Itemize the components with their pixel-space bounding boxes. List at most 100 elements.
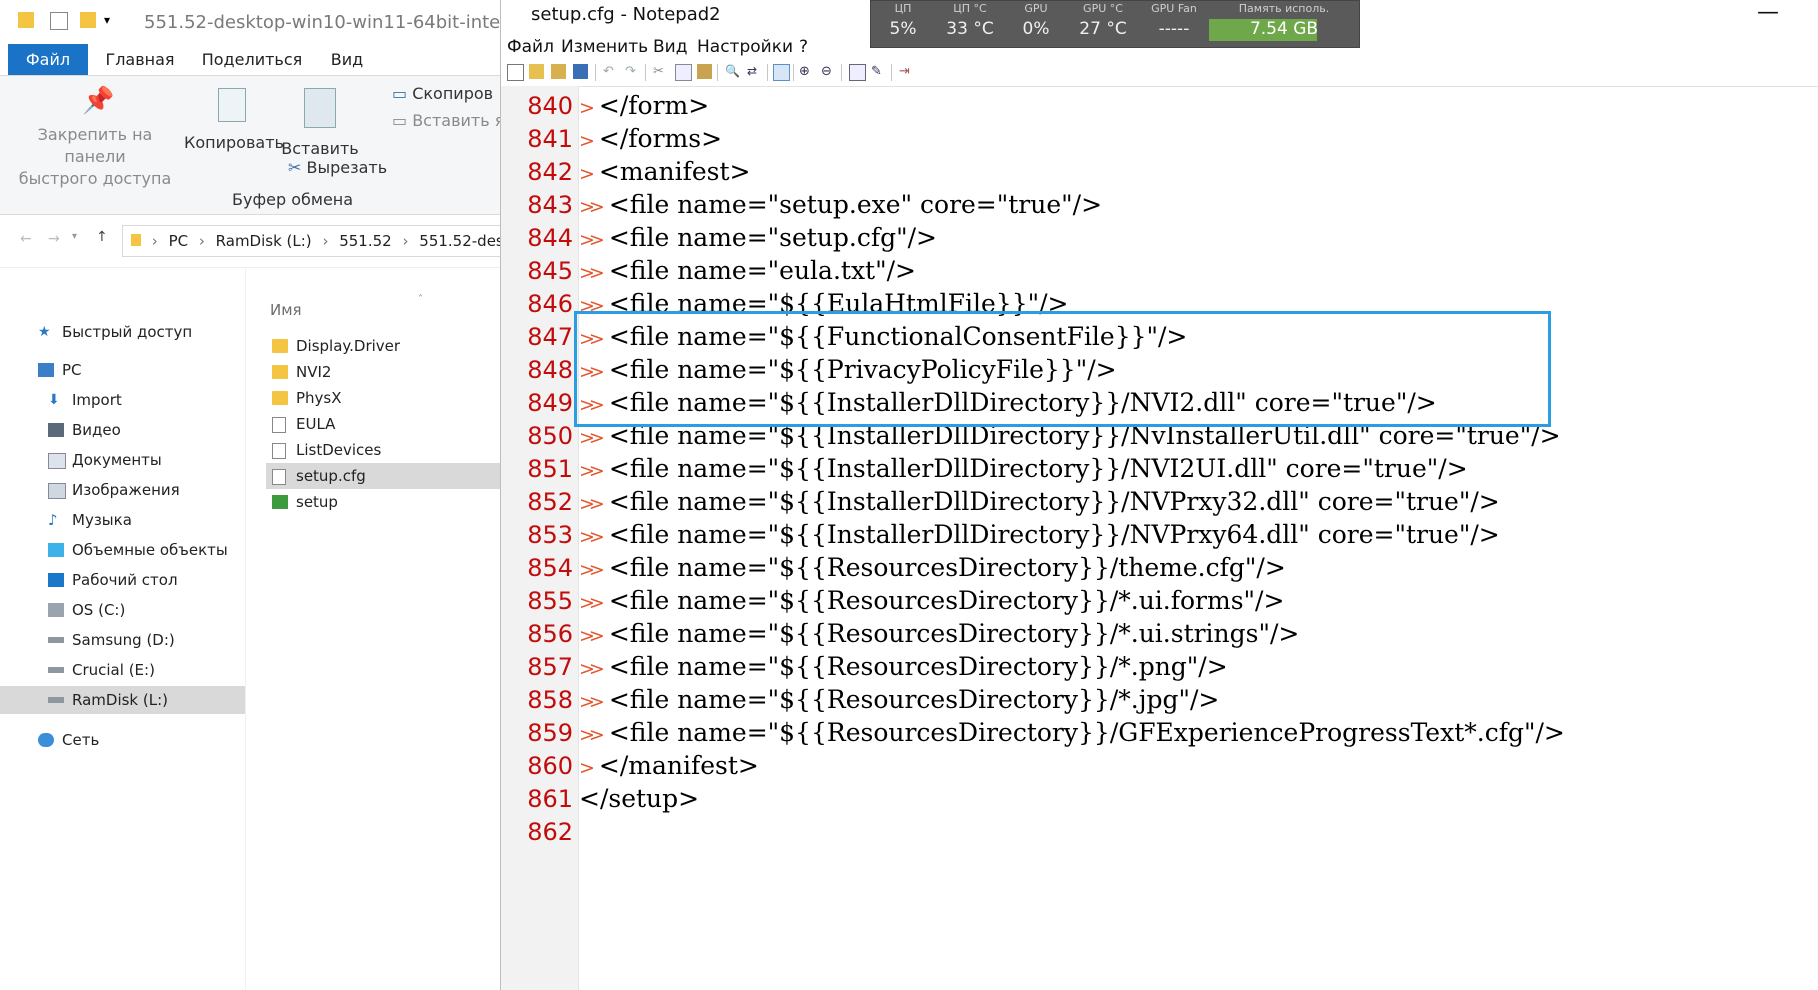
menu-view[interactable]: Вид: [653, 37, 687, 57]
file-row[interactable]: Display.Driver: [266, 333, 500, 359]
copy-button[interactable]: Копировать: [184, 88, 284, 154]
nav-pc[interactable]: PC: [0, 356, 245, 384]
nav-music[interactable]: ♪ Музыка: [0, 506, 245, 534]
word-wrap-icon[interactable]: [773, 64, 790, 81]
file-row[interactable]: EULA: [266, 411, 500, 437]
monitor-value: 7.54 GB: [1249, 19, 1319, 39]
file-row[interactable]: NVI2: [266, 359, 500, 385]
menu-settings[interactable]: Настройки: [697, 37, 793, 57]
code-text: <file name="eula.txt"/>: [608, 256, 916, 285]
nav-drive-l[interactable]: RamDisk (L:): [0, 686, 245, 714]
customize-scheme-icon[interactable]: ✎: [871, 64, 886, 79]
nav-drive-d[interactable]: Samsung (D:): [0, 626, 245, 654]
indent-guide-icon: >>: [579, 427, 605, 449]
paste-button[interactable]: Вставить: [280, 88, 360, 160]
clipboard-group-label: Буфер обмена: [232, 190, 354, 209]
cut-icon[interactable]: ✂: [653, 64, 668, 79]
back-arrow-icon[interactable]: ←: [20, 231, 32, 247]
desktop-icon: [48, 573, 64, 587]
nav-documents[interactable]: Документы: [0, 446, 245, 474]
replace-icon[interactable]: ⇄: [747, 64, 762, 79]
file-row-selected[interactable]: setup.cfg: [266, 463, 500, 489]
save-icon[interactable]: [573, 64, 588, 79]
menu-help[interactable]: ?: [799, 37, 808, 57]
new-folder-icon[interactable]: [80, 12, 96, 28]
nav-pictures[interactable]: Изображения: [0, 476, 245, 504]
paste-shortcut-button[interactable]: ▭ Вставить я: [392, 111, 500, 130]
code-text: <file name="setup.cfg"/>: [608, 223, 938, 252]
redo-icon[interactable]: ↷: [625, 64, 640, 79]
copy-icon[interactable]: [675, 64, 692, 81]
nav-quick-access[interactable]: ★ Быстрый доступ: [0, 318, 245, 346]
nav-3d-objects[interactable]: Объемные объекты: [0, 536, 245, 564]
setup-exe-icon: [272, 495, 288, 509]
nav-desktop[interactable]: Рабочий стол: [0, 566, 245, 594]
minimize-button[interactable]: —: [1757, 0, 1779, 25]
forward-arrow-icon[interactable]: →: [48, 231, 60, 247]
network-icon: [38, 733, 54, 747]
tab-home[interactable]: Главная: [100, 44, 180, 75]
properties-checkbox-icon[interactable]: [50, 12, 68, 30]
nav-drive-c[interactable]: OS (C:): [0, 596, 245, 624]
file-row[interactable]: PhysX: [266, 385, 500, 411]
undo-icon[interactable]: ↶: [603, 64, 618, 79]
nav-label: Сеть: [62, 731, 100, 749]
menu-file[interactable]: Файл: [507, 37, 554, 57]
ribbon-home: 📌 Закрепить на панели быстрого доступа К…: [0, 76, 500, 215]
paste-icon[interactable]: [697, 64, 712, 79]
breadcrumb-551-52[interactable]: 551.52: [339, 232, 392, 250]
music-icon: ♪: [48, 511, 58, 529]
breadcrumb-pc[interactable]: PC: [169, 232, 189, 250]
documents-icon: [48, 453, 66, 469]
up-arrow-icon[interactable]: ↑: [96, 229, 108, 245]
nav-label: Рабочий стол: [72, 571, 178, 589]
pin-icon: 📌: [82, 86, 115, 116]
nav-videos[interactable]: Видео: [0, 416, 245, 444]
indent-guide-icon: >>: [579, 526, 605, 548]
scheme-icon[interactable]: [849, 64, 866, 81]
folder-icon: [272, 391, 288, 405]
pin-quick-access-button[interactable]: 📌 Закрепить на панели быстрого доступа: [10, 88, 180, 190]
nav-label: Музыка: [72, 511, 132, 529]
nav-import[interactable]: ⬇ Import: [0, 386, 245, 414]
nav-drive-e[interactable]: Crucial (E:): [0, 656, 245, 684]
breadcrumb-ramdisk[interactable]: RamDisk (L:): [216, 232, 312, 250]
indent-guide-icon: >: [579, 757, 595, 779]
monitor-value: 33 °C: [946, 19, 994, 39]
monitor-value: 5%: [889, 19, 917, 39]
code-line[interactable]: </setup>: [579, 780, 699, 818]
monitor-label: GPU: [1024, 2, 1048, 15]
recent-dropdown-icon[interactable]: ▾: [72, 231, 77, 242]
file-row[interactable]: ListDevices: [266, 437, 500, 463]
file-row[interactable]: setup: [266, 489, 500, 515]
tab-file[interactable]: Файл: [8, 44, 88, 75]
ribbon-tabs: Файл Главная Поделиться Вид: [0, 44, 500, 76]
nav-label: Объемные объекты: [72, 541, 228, 559]
tab-share[interactable]: Поделиться: [196, 44, 308, 75]
find-icon[interactable]: 🔍: [725, 64, 740, 79]
open-file-icon[interactable]: [529, 64, 544, 79]
indent-guide-icon: >: [579, 97, 595, 119]
breadcrumb-current[interactable]: 551.52-deskt: [419, 232, 500, 250]
explorer-window-title: 551.52-desktop-win10-win11-64bit-interna…: [144, 12, 500, 33]
nav-network[interactable]: Сеть: [0, 726, 245, 754]
folder-icon: [131, 234, 141, 246]
browse-icon[interactable]: [551, 64, 566, 79]
menu-edit[interactable]: Изменить: [561, 37, 648, 57]
monitor-cell: GPU 0%: [1005, 1, 1067, 47]
text-editor[interactable]: > </form> > </forms> > <manifest> >> <file name…: [579, 86, 1818, 990]
copy-path-button[interactable]: ▭ Скопиров: [392, 84, 493, 103]
new-file-icon[interactable]: [507, 64, 524, 81]
zoom-in-icon[interactable]: ⊕: [799, 64, 814, 79]
monitor-label: ЦП: [894, 2, 912, 15]
tab-view[interactable]: Вид: [322, 44, 372, 75]
indent-guide-icon: >>: [579, 196, 605, 218]
column-header-name[interactable]: Имя: [270, 301, 302, 319]
cut-button[interactable]: ✂ Вырезать: [288, 158, 387, 177]
paste-icon: [304, 88, 336, 128]
exit-icon[interactable]: ⇥: [899, 64, 914, 79]
chevron-down-icon[interactable]: ▾: [104, 12, 120, 28]
monitor-cell: ЦП 5%: [871, 1, 935, 47]
address-bar[interactable]: › PC › RamDisk (L:) › 551.52 › 551.52-de…: [122, 225, 500, 257]
zoom-out-icon[interactable]: ⊖: [821, 64, 836, 79]
